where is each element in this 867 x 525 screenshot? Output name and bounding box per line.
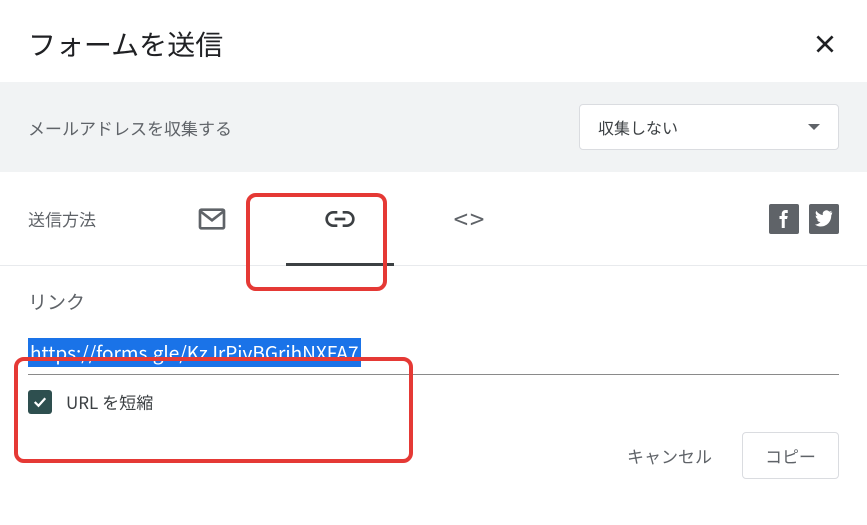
link-section: リンク https://forms.gle/KzJrPivBGrihNXFA7 … xyxy=(0,266,867,414)
share-facebook-button[interactable] xyxy=(769,204,799,234)
email-collect-row: メールアドレスを収集する 収集しない xyxy=(0,82,867,172)
facebook-icon xyxy=(775,210,793,228)
check-icon xyxy=(31,393,49,411)
dialog-footer: キャンセル コピー xyxy=(0,414,867,479)
close-button[interactable] xyxy=(811,30,839,58)
dialog-title: フォームを送信 xyxy=(28,24,223,64)
send-method-label: 送信方法 xyxy=(28,206,96,231)
send-method-row: 送信方法 < > xyxy=(0,172,867,266)
shorten-url-checkbox[interactable] xyxy=(28,390,52,414)
email-collect-select[interactable]: 収集しない xyxy=(579,104,839,150)
code-icon: < > xyxy=(454,200,483,237)
email-collect-selected: 収集しない xyxy=(598,115,678,139)
link-section-title: リンク xyxy=(28,288,839,315)
chevron-down-icon xyxy=(808,124,820,130)
tab-link[interactable] xyxy=(276,172,404,266)
copy-button[interactable]: コピー xyxy=(742,432,839,479)
tab-email[interactable] xyxy=(148,172,276,266)
link-url-field[interactable]: https://forms.gle/KzJrPivBGrihNXFA7 xyxy=(28,333,839,375)
email-icon xyxy=(196,203,228,235)
share-twitter-button[interactable] xyxy=(809,204,839,234)
link-url-value: https://forms.gle/KzJrPivBGrihNXFA7 xyxy=(28,338,361,367)
email-collect-label: メールアドレスを収集する xyxy=(28,115,232,140)
link-icon xyxy=(324,203,356,235)
send-method-tabs: < > xyxy=(148,172,532,266)
close-icon xyxy=(812,31,838,57)
tab-embed[interactable]: < > xyxy=(404,172,532,266)
shorten-url-row: URL を短縮 xyxy=(28,389,839,414)
cancel-button[interactable]: キャンセル xyxy=(611,433,728,478)
twitter-icon xyxy=(815,210,833,228)
shorten-url-label: URL を短縮 xyxy=(66,389,153,414)
dialog-header: フォームを送信 xyxy=(0,0,867,82)
social-share xyxy=(769,204,839,234)
